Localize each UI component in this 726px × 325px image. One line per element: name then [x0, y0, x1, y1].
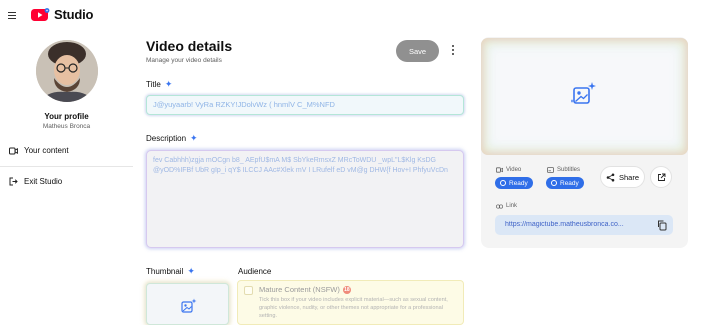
sidebar-item-label: Exit Studio: [24, 177, 63, 186]
nsfw-warning-icon: 18: [342, 285, 351, 294]
share-icon: [606, 173, 615, 181]
link-label-text: Link: [506, 203, 518, 209]
image-placeholder-icon: [181, 298, 197, 313]
title-label-text: Title: [146, 80, 161, 89]
video-status-badge: Ready: [495, 177, 533, 189]
video-link[interactable]: https://magictube.matheusbronca.co...: [505, 221, 647, 228]
audience-label-text: Audience: [238, 267, 272, 276]
video-icon: [9, 147, 18, 154]
page-title: Video details: [146, 38, 233, 54]
save-button[interactable]: Save: [396, 40, 439, 62]
check-circle-icon: [500, 180, 506, 186]
profile-name: Matheus Bronca: [42, 123, 91, 130]
sidebar-item-your-content[interactable]: Your content: [9, 146, 69, 155]
video-status-text: Ready: [509, 179, 528, 187]
link-label: Link: [496, 203, 517, 209]
title-input[interactable]: J@yuyaarb! VyRa RZKY!JDolvWz ( hnmlV C_M…: [146, 95, 464, 115]
thumbnail-label: Thumbnail ✦: [146, 267, 195, 277]
nsfw-title: Mature Content (NSFW) 18: [259, 285, 351, 294]
app-name: Studio: [54, 7, 94, 22]
share-button[interactable]: Share: [600, 166, 645, 188]
nsfw-checkbox[interactable]: [244, 286, 253, 295]
link-icon: [496, 203, 503, 209]
sidebar-item-label: Your content: [24, 146, 69, 155]
avatar-image: [36, 40, 98, 102]
thumbnail-label-text: Thumbnail: [146, 267, 184, 276]
video-label-text: Video: [506, 167, 522, 173]
studio-app: Studio Your profile Matheus Bronca Your …: [0, 0, 726, 325]
video-status-label: Video: [496, 167, 521, 173]
check-circle-icon: [551, 180, 557, 186]
subtitles-status-badge: Ready: [546, 177, 584, 189]
subtitles-icon: [547, 167, 554, 173]
description-label: Description ✦: [146, 134, 198, 144]
sidebar-divider: [0, 166, 133, 167]
sidebar: Studio Your profile Matheus Bronca Your …: [0, 0, 133, 325]
hamburger-menu-icon[interactable]: [8, 10, 18, 20]
image-placeholder-icon: [571, 82, 596, 104]
video-preview[interactable]: [481, 38, 688, 155]
ai-sparkle-icon[interactable]: ✦: [190, 134, 198, 143]
studio-logo[interactable]: Studio: [31, 7, 93, 22]
description-textarea[interactable]: fev Cabhhh)zgja mOCgn b8_ AEpfU$mA M$ Sb…: [146, 150, 464, 248]
sidebar-item-exit-studio[interactable]: Exit Studio: [9, 177, 62, 186]
open-external-button[interactable]: [650, 166, 672, 188]
avatar[interactable]: [36, 40, 98, 102]
nsfw-option[interactable]: Mature Content (NSFW) 18 Tick this box i…: [237, 280, 464, 325]
subtitles-label-text: Subtitles: [557, 167, 581, 173]
copy-icon[interactable]: [656, 219, 668, 231]
title-label: Title ✦: [146, 80, 173, 90]
subtitles-status-text: Ready: [560, 179, 579, 187]
audience-label: Audience: [238, 267, 271, 276]
page-subtitle: Manage your video details: [146, 57, 222, 64]
exit-icon: [9, 177, 18, 186]
ai-sparkle-icon[interactable]: ✦: [187, 267, 195, 276]
subtitles-status-label: Subtitles: [547, 167, 580, 173]
description-label-text: Description: [146, 134, 187, 143]
external-link-icon: [657, 173, 665, 181]
profile-title: Your profile: [44, 112, 89, 121]
thumbnail-upload[interactable]: [146, 283, 229, 325]
nsfw-title-text: Mature Content (NSFW): [259, 285, 340, 294]
share-label: Share: [618, 172, 639, 182]
ai-sparkle-icon[interactable]: ✦: [165, 80, 173, 89]
nsfw-description: Tick this box if your video includes exp…: [259, 297, 448, 319]
studio-logo-icon: [31, 7, 50, 21]
video-icon: [496, 167, 503, 173]
more-options-icon[interactable]: [450, 45, 456, 57]
